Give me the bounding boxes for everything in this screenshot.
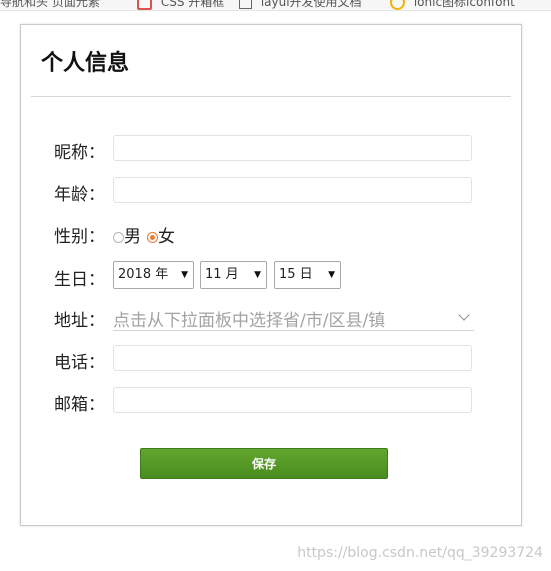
dropdown-arrow-icon: ▼ bbox=[181, 270, 188, 280]
css-icon bbox=[137, 0, 152, 10]
birthday-year-select[interactable]: 2018 年 ▼ bbox=[113, 261, 194, 289]
gender-radio-female[interactable] bbox=[147, 232, 158, 243]
address-picker[interactable]: 点击从下拉面板中选择省/市/区县/镇 bbox=[113, 303, 474, 331]
phone-input[interactable] bbox=[113, 345, 472, 371]
phone-label: 电话： bbox=[54, 353, 105, 373]
address-label: 地址： bbox=[54, 311, 105, 331]
age-label: 年龄： bbox=[54, 185, 105, 205]
watermark: https://blog.csdn.net/qq_39293724 bbox=[297, 545, 543, 561]
age-input[interactable] bbox=[113, 177, 472, 203]
gender-label: 性别： bbox=[54, 227, 105, 247]
email-input[interactable] bbox=[113, 387, 472, 413]
bookmark-label: CSS 开箱框 bbox=[160, 0, 225, 9]
gender-option-male[interactable]: 男 bbox=[124, 227, 141, 247]
bookmarks-bar: 导航和头 页面元素 CSS 开箱框 layui开发使用文档 ionic图标ico… bbox=[0, 0, 551, 11]
birthday-month-value: 11 月 bbox=[205, 267, 239, 282]
bookmark-label: ionic图标iconfont bbox=[413, 0, 515, 9]
bookmark-item[interactable]: layui开发使用文档 bbox=[239, 0, 362, 10]
ionic-icon bbox=[390, 0, 405, 10]
page-title: 个人信息 bbox=[41, 51, 130, 76]
nickname-input[interactable] bbox=[113, 135, 472, 161]
email-label: 邮箱： bbox=[54, 395, 105, 415]
birthday-label: 生日： bbox=[54, 270, 105, 290]
birthday-day-value: 15 日 bbox=[279, 267, 313, 282]
profile-card: 个人信息 昵称： 年龄： 性别： 男女 生日： 2018 年 ▼ 11 月 ▼ … bbox=[20, 24, 522, 526]
address-placeholder: 点击从下拉面板中选择省/市/区县/镇 bbox=[113, 311, 386, 331]
bookmark-label: layui开发使用文档 bbox=[260, 0, 362, 9]
dropdown-arrow-icon: ▼ bbox=[328, 270, 335, 280]
gender-radio-group: 男女 bbox=[113, 222, 181, 247]
bookmark-item[interactable]: 导航和头 页面元素 bbox=[0, 0, 100, 10]
chevron-down-icon bbox=[458, 309, 470, 321]
gender-option-female[interactable]: 女 bbox=[158, 227, 175, 247]
save-button[interactable]: 保存 bbox=[140, 448, 388, 479]
bookmark-label: 导航和头 页面元素 bbox=[0, 0, 100, 9]
bookmark-item[interactable]: CSS 开箱框 bbox=[137, 0, 224, 10]
gender-radio-male[interactable] bbox=[113, 232, 124, 243]
title-divider bbox=[31, 96, 511, 97]
dropdown-arrow-icon: ▼ bbox=[254, 270, 261, 280]
birthday-year-value: 2018 年 bbox=[118, 267, 169, 282]
page-icon bbox=[239, 0, 252, 9]
nickname-label: 昵称： bbox=[54, 143, 105, 163]
birthday-day-select[interactable]: 15 日 ▼ bbox=[274, 261, 341, 289]
birthday-month-select[interactable]: 11 月 ▼ bbox=[200, 261, 267, 289]
bookmark-item[interactable]: ionic图标iconfont bbox=[390, 0, 515, 10]
